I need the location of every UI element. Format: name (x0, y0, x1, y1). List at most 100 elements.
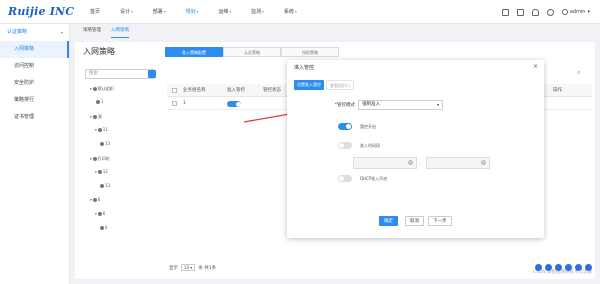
tab-auth-policy[interactable]: 认证策略 (223, 47, 281, 57)
watermark: CSDN @锐捷网络技术交流群 (532, 270, 592, 275)
nav-item-home[interactable]: 首页 (80, 0, 110, 24)
row-checkbox[interactable] (172, 101, 177, 106)
page-size-select[interactable]: 10 ▾ (181, 264, 196, 271)
col-header-actions: 操作 (553, 88, 562, 93)
search-icon[interactable] (148, 70, 156, 78)
time-period-label: 准入时间段 (360, 143, 380, 148)
toolbar: admin ▾ (501, 0, 590, 24)
mode-label: *管控模式 (334, 103, 355, 108)
cancel-button[interactable]: 取消 (405, 216, 424, 226)
subtab-access-policy[interactable]: 入网策略 (111, 24, 129, 38)
org-node-icon (96, 99, 100, 104)
org-node-icon (97, 169, 102, 174)
top-bar: Ruijie INC 首页 设计▾ 部署▾ 规划▾ 运维▾ 监测▾ 系统▾ ad… (0, 0, 600, 24)
chevron-down-icon: ▾ (587, 9, 590, 15)
tree-node[interactable]: 13 (100, 141, 110, 146)
control-enable-toggle[interactable] (338, 123, 352, 130)
org-node-icon (97, 127, 102, 132)
time-period-toggle[interactable] (338, 142, 352, 149)
tree-node[interactable]: ▾ 测 (90, 114, 102, 120)
sidebar-item-ranking[interactable]: 策略排行 (0, 92, 69, 109)
org-node-icon (92, 197, 97, 202)
nav-item-ops[interactable]: 运维▾ (208, 0, 241, 24)
pagination-total: 条 共1条 (198, 265, 217, 271)
sidebar-group-auth[interactable]: 认证策略 ▾ (0, 24, 69, 41)
tab-set-admission[interactable]: 设置准入管控 (294, 80, 324, 90)
tree-node[interactable]: 1 (96, 99, 104, 104)
layout-icon[interactable] (516, 8, 524, 16)
admission-control-dialog: 准入管控 × 设置准入管控 查看组织口 *管控模式 强制准入 ▾ 管控开启 准入… (287, 60, 544, 238)
user-menu[interactable]: admin ▾ (561, 9, 590, 15)
sidebar-item-certificates[interactable]: 证书管理 (0, 109, 69, 126)
range-separator: - (419, 161, 421, 166)
nav-item-system[interactable]: 系统▾ (274, 0, 307, 24)
sidebar-item-access-policy[interactable]: 入网策略 (0, 41, 69, 58)
tree-node[interactable]: ▾ 11 (95, 127, 108, 132)
sidebar-item-security[interactable]: 安全防护 (0, 75, 69, 92)
sidebar-item-access-control[interactable]: 访问控制 (0, 58, 69, 75)
brand-logo[interactable]: Ruijie INC (8, 5, 74, 18)
next-step-button[interactable]: 下一步 (428, 216, 452, 226)
org-node-icon (92, 87, 97, 91)
tree-node[interactable]: ▾ 6 (95, 211, 105, 216)
col-header-name: 业务组名称 (183, 88, 206, 93)
tree-node[interactable]: ▾ 6 (90, 197, 100, 202)
admission-toggle[interactable] (227, 101, 241, 107)
help-icon[interactable] (546, 8, 554, 16)
float-tool-icon[interactable] (565, 264, 572, 271)
org-node-icon (92, 115, 97, 119)
nav-item-design[interactable]: 设计▾ (110, 0, 143, 24)
pagination-prefix: 显示 (169, 265, 178, 271)
tree-search-input[interactable]: 搜索 (85, 69, 155, 79)
col-header-admission: 准入管控 (227, 88, 245, 93)
search-icon[interactable]: ⌕ (577, 69, 585, 77)
tree-node[interactable]: ▾ 12 (95, 169, 108, 174)
nav-item-deploy[interactable]: 部署▾ (143, 0, 176, 24)
tab-view-org[interactable]: 查看组织口 (326, 80, 354, 90)
confirm-button[interactable]: 确定 (379, 216, 398, 226)
tree-node[interactable]: 13 (100, 183, 110, 188)
row-name: 1 (183, 101, 186, 106)
dialog-title: 准入管控 (294, 65, 315, 71)
tree-node[interactable]: 6 (100, 225, 108, 230)
dhcp-admission-toggle[interactable] (338, 175, 352, 182)
mode-select-value: 强制准入 (362, 102, 380, 107)
dialog-tabs: 设置准入管控 查看组织口 (294, 80, 354, 90)
main-nav: 首页 设计▾ 部署▾ 规划▾ 运维▾ 监测▾ 系统▾ (80, 0, 307, 24)
select-all-checkbox[interactable] (172, 88, 177, 93)
nav-item-policy[interactable]: 规划▾ (176, 0, 209, 24)
user-icon (561, 9, 568, 15)
tab-admission-config[interactable]: 准入策略配置 (165, 47, 223, 57)
chevron-down-icon: ▾ (60, 30, 63, 35)
org-node-icon (100, 183, 104, 188)
subtab-policy-manage[interactable]: 策略管理 (83, 24, 101, 38)
close-icon[interactable]: × (533, 63, 538, 70)
end-time-input[interactable]: × (426, 157, 490, 169)
bell-icon[interactable] (531, 8, 539, 16)
float-tool-icon[interactable] (555, 264, 562, 271)
sidebar: 认证策略 ▾ 入网策略 访问控制 安全防护 策略排行 证书管理 (0, 24, 70, 284)
clear-icon[interactable]: × (408, 160, 413, 165)
panel-tabs: 准入策略配置 认证策略 授权策略 (165, 47, 339, 57)
grid-icon[interactable] (501, 8, 509, 16)
float-tool-icon[interactable] (585, 264, 592, 271)
chevron-down-icon: ▾ (436, 102, 439, 107)
tree-node[interactable]: ▾ 打印机 (90, 156, 110, 162)
float-tool-icon[interactable] (545, 264, 552, 271)
control-enable-label: 管控开启 (360, 124, 376, 129)
org-node-icon (100, 141, 104, 146)
clear-icon[interactable]: × (481, 160, 486, 165)
page-title: 入网策略 (83, 47, 115, 56)
tab-authz-policy[interactable]: 授权策略 (281, 47, 339, 57)
col-header-status: 管控状态 (263, 88, 281, 93)
pagination: 显示 10 ▾ 条 共1条 (169, 264, 216, 271)
sidebar-group-label: 认证策略 (7, 29, 28, 35)
float-tool-icon[interactable] (535, 264, 542, 271)
mode-select[interactable]: 强制准入 ▾ (358, 100, 443, 110)
nav-item-monitor[interactable]: 监测▾ (241, 0, 274, 24)
start-time-input[interactable]: × (353, 157, 417, 169)
tree-node[interactable]: ▾ 默认组织 (90, 86, 114, 92)
user-name: admin (569, 9, 586, 15)
org-node-icon (100, 225, 104, 230)
float-tool-icon[interactable] (575, 264, 582, 271)
